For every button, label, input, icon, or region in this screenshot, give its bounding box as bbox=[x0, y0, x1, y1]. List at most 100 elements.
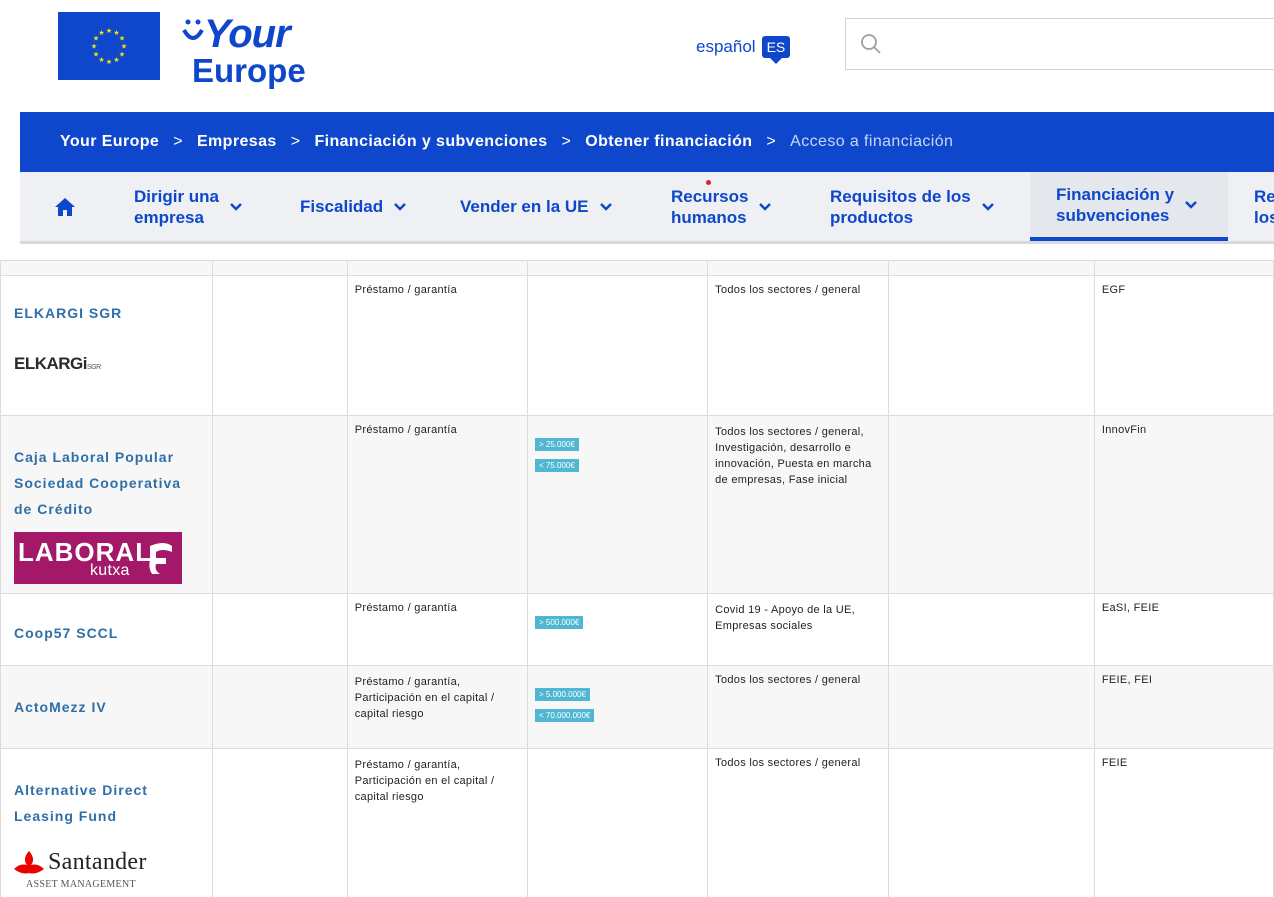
provider-name-line: de Crédito bbox=[14, 501, 94, 517]
sectors-cell: Todos los sectores / general bbox=[707, 748, 890, 897]
chevron-down-icon bbox=[759, 202, 772, 211]
breadcrumb-obtener-financiacion[interactable]: Obtener financiación bbox=[585, 133, 752, 151]
provider-link-alternative-direct[interactable]: Alternative Direct Leasing Fund bbox=[1, 777, 212, 829]
your-europe-logo[interactable]: Your Europe bbox=[182, 12, 322, 92]
home-icon bbox=[55, 197, 75, 216]
breadcrumb-financiacion[interactable]: Financiación y subvenciones bbox=[314, 133, 547, 151]
table-row: Coop57 SCCL Préstamo / garantía > 500.00… bbox=[0, 593, 1274, 666]
table-row: ELKARGI SGR ELKARGiSGR Préstamo / garant… bbox=[0, 275, 1274, 416]
laboral-kutxa-logo: LABORAL kutxa bbox=[14, 532, 212, 584]
main-nav: Dirigir una empresa Fiscalidad Vender en … bbox=[20, 172, 1274, 244]
svg-text:★: ★ bbox=[121, 43, 127, 51]
svg-text:★: ★ bbox=[91, 43, 97, 51]
breadcrumb-empresas[interactable]: Empresas bbox=[197, 133, 277, 151]
table-row: Caja Laboral Popular Sociedad Cooperativ… bbox=[0, 415, 1274, 594]
notification-dot bbox=[706, 180, 711, 185]
amount-cell: > 500.000€ bbox=[526, 593, 709, 666]
sectors-cell: Todos los sectores / general bbox=[707, 665, 890, 749]
amount-cell bbox=[526, 275, 709, 416]
svg-text:★: ★ bbox=[119, 35, 125, 43]
logo-europe-text: Europe bbox=[192, 52, 306, 89]
svg-text:★: ★ bbox=[106, 58, 112, 66]
svg-text:★: ★ bbox=[106, 27, 112, 35]
financing-table: ELKARGI SGR ELKARGiSGR Préstamo / garant… bbox=[0, 260, 1274, 897]
search-box[interactable] bbox=[845, 18, 1274, 70]
financing-type-cell: Préstamo / garantía bbox=[346, 415, 529, 594]
nav-recursos-humanos[interactable]: Recursos humanos bbox=[671, 172, 772, 241]
nav-financiacion-subvenciones[interactable]: Financiación y subvenciones bbox=[1030, 172, 1228, 241]
sectors-cell: Covid 19 - Apoyo de la UE, Empresas soci… bbox=[707, 593, 890, 666]
financing-type-cell: Préstamo / garantía bbox=[346, 275, 529, 416]
amount-cell: > 25.000€ < 75.000€ bbox=[526, 415, 709, 594]
breadcrumb: Your Europe > Empresas > Financiación y … bbox=[20, 112, 1274, 172]
table-row: ActoMezz IV Préstamo / garantía, Partici… bbox=[0, 665, 1274, 749]
chevron-down-icon bbox=[981, 202, 994, 211]
nav-label-line2: subvenciones bbox=[1056, 205, 1170, 225]
provider-link-caja-laboral[interactable]: Caja Laboral Popular Sociedad Cooperativ… bbox=[1, 444, 212, 522]
search-input[interactable] bbox=[896, 29, 1270, 61]
nav-next-truncated[interactable]: Relos bbox=[1254, 172, 1274, 241]
nav-fiscalidad[interactable]: Fiscalidad bbox=[300, 172, 407, 241]
nav-label-line1: Vender en la UE bbox=[460, 197, 589, 216]
santander-flame-icon bbox=[14, 851, 44, 874]
elkargi-logo-text: ELKARGi bbox=[14, 354, 88, 373]
laboral-emblem-icon bbox=[149, 543, 172, 574]
nav-label-line2: los bbox=[1254, 207, 1274, 227]
financing-type-cell: Préstamo / garantía, Participación en el… bbox=[346, 665, 529, 749]
financing-table-container[interactable]: ELKARGI SGR ELKARGiSGR Préstamo / garant… bbox=[0, 260, 1274, 897]
breadcrumb-separator: > bbox=[561, 133, 572, 150]
amount-cell bbox=[526, 748, 709, 897]
program-cell: EaSI, FEIE bbox=[1093, 593, 1274, 666]
breadcrumb-current: Acceso a financiación bbox=[790, 133, 954, 150]
nav-label-line1: Dirigir una bbox=[134, 186, 220, 206]
provider-name-line: Alternative Direct bbox=[14, 782, 148, 798]
chevron-down-icon bbox=[230, 202, 242, 211]
program-cell: EGF bbox=[1093, 275, 1274, 416]
santander-logo: Santander ASSET MANAGEMENT bbox=[14, 849, 212, 893]
svg-text:★: ★ bbox=[93, 51, 99, 59]
provider-link-elkargi[interactable]: ELKARGI SGR bbox=[1, 300, 212, 326]
provider-name-line: Caja Laboral Popular bbox=[14, 449, 175, 465]
breadcrumb-separator: > bbox=[766, 133, 777, 150]
amount-max-badge: < 70.000.000€ bbox=[535, 709, 595, 722]
provider-link-coop57[interactable]: Coop57 SCCL bbox=[1, 620, 212, 646]
chevron-down-icon bbox=[599, 202, 612, 211]
nav-label-line1: Requisitos de los bbox=[830, 186, 971, 206]
provider-link-actomezz[interactable]: ActoMezz IV bbox=[1, 694, 212, 720]
program-cell: FEIE, FEI bbox=[1093, 665, 1274, 749]
amount-cell: > 5.000.000€ < 70.000.000€ bbox=[526, 665, 709, 749]
nav-label-line1: Re bbox=[1254, 186, 1274, 206]
svg-text:★: ★ bbox=[98, 56, 104, 64]
provider-name-line: Sociedad Cooperativa bbox=[14, 475, 182, 491]
program-cell: FEIE bbox=[1093, 748, 1274, 897]
table-row-top bbox=[0, 260, 1274, 276]
language-selector[interactable]: español ES bbox=[696, 36, 791, 64]
nav-label-line2: productos bbox=[830, 207, 914, 227]
logo-your-text: Your bbox=[204, 12, 291, 56]
amount-min-badge: > 500.000€ bbox=[535, 616, 584, 629]
nav-vender-ue[interactable]: Vender en la UE bbox=[460, 172, 613, 241]
nav-home[interactable] bbox=[54, 172, 76, 241]
chevron-down-icon bbox=[394, 202, 407, 211]
amount-max-badge: < 75.000€ bbox=[535, 459, 579, 472]
laboral-logo-suffix: kutxa bbox=[90, 562, 130, 579]
nav-label-line2: humanos bbox=[671, 207, 747, 227]
santander-logo-text: Santander bbox=[48, 849, 147, 875]
chevron-down-icon bbox=[1185, 200, 1197, 209]
elkargi-logo-suffix: SGR bbox=[87, 364, 101, 371]
svg-text:★: ★ bbox=[98, 29, 104, 37]
breadcrumb-separator: > bbox=[290, 133, 301, 150]
santander-logo-suffix: ASSET MANAGEMENT bbox=[26, 879, 136, 890]
amount-min-badge: > 5.000.000€ bbox=[535, 688, 590, 701]
elkargi-logo: ELKARGiSGR bbox=[14, 354, 212, 374]
financing-type-cell: Préstamo / garantía bbox=[346, 593, 529, 666]
language-code-badge: ES bbox=[761, 36, 791, 64]
nav-label-line2: empresa bbox=[134, 207, 204, 227]
nav-requisitos-productos[interactable]: Requisitos de los productos bbox=[830, 172, 995, 241]
nav-dirigir-empresa[interactable]: Dirigir una empresa bbox=[134, 172, 243, 241]
nav-label-line1: Recursos bbox=[671, 186, 749, 206]
provider-name-line: Leasing Fund bbox=[14, 808, 117, 824]
breadcrumb-your-europe[interactable]: Your Europe bbox=[60, 133, 159, 151]
search-icon bbox=[861, 34, 881, 54]
program-cell: InnovFin bbox=[1093, 415, 1274, 594]
